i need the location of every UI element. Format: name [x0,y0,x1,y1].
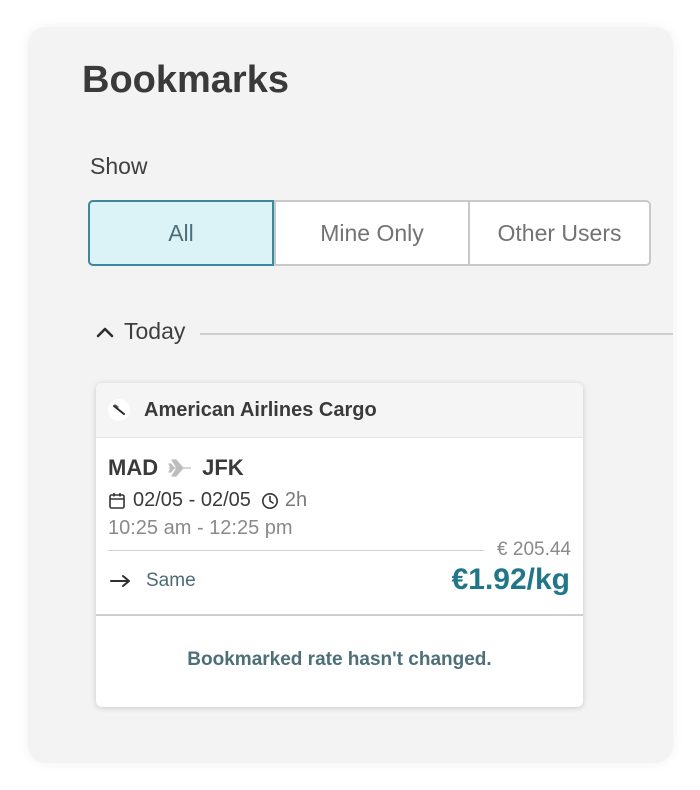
status-message: Bookmarked rate hasn't changed. [187,649,492,670]
filter-label: Show [90,153,148,179]
clock-icon [261,492,278,509]
bookmark-card[interactable]: American Airlines Cargo MAD JFK 02/05 - … [96,383,583,707]
group-label: Today [124,318,186,344]
filter-mine-only-button[interactable]: Mine Only [274,202,468,264]
card-header: American Airlines Cargo [96,383,583,438]
trend-label: Same [146,570,196,591]
date-duration-row: 02/05 - 02/05 2h [108,489,307,512]
time-range: 10:25 am - 12:25 pm [108,517,293,539]
destination-code: JFK [202,455,244,480]
arrow-right-icon [110,575,130,587]
plane-icon [168,459,192,477]
airline-name: American Airlines Cargo [144,398,377,421]
card-footer-divider [96,614,583,616]
total-price: € 205.44 [497,539,571,560]
group-header-today[interactable]: Today [96,318,185,345]
filter-other-users-button[interactable]: Other Users [468,202,649,264]
route: MAD JFK [108,455,244,481]
airline-logo-icon [108,399,130,421]
rate-trend: Same [110,570,196,592]
calendar-icon [109,492,125,509]
rate-per-kg: €1.92/kg [451,563,570,596]
filter-segmented-control: All Mine Only Other Users [88,200,651,266]
chevron-up-icon[interactable] [96,323,114,341]
date-range: 02/05 - 02/05 [133,489,251,511]
origin-code: MAD [108,455,159,480]
bookmarks-panel: Bookmarks Show All Mine Only Other Users… [28,27,673,763]
page-title: Bookmarks [82,59,289,101]
filter-all-button[interactable]: All [88,200,274,266]
group-divider [200,333,673,335]
duration: 2h [284,489,308,511]
price-divider [108,550,484,551]
